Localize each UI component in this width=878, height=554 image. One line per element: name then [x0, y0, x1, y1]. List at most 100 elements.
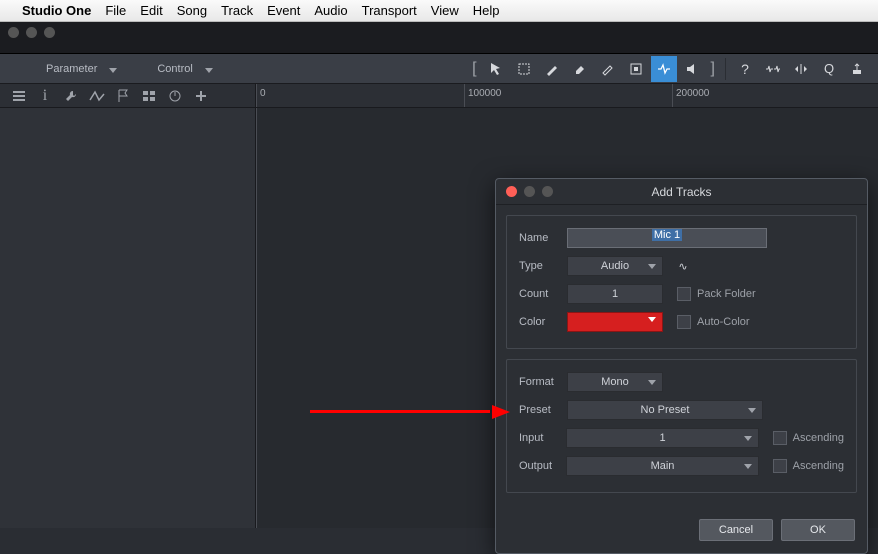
count-input[interactable]: 1 [567, 284, 663, 304]
menu-song[interactable]: Song [177, 3, 207, 18]
tilde-icon[interactable]: ∿ [673, 260, 693, 273]
format-dropdown[interactable]: Mono [567, 372, 663, 392]
input-label: Input [519, 432, 566, 444]
parameter-dropdown[interactable]: Parameter [0, 63, 117, 75]
bracket-left: [ [468, 60, 480, 78]
listen-tool[interactable] [679, 56, 705, 82]
mute-tool[interactable] [623, 56, 649, 82]
input-value: 1 [659, 432, 665, 444]
name-input[interactable]: Mic 1 [567, 228, 767, 248]
track-list-icon[interactable] [10, 87, 28, 105]
dialog-buttons: Cancel OK [496, 513, 867, 553]
color-picker[interactable] [567, 312, 663, 332]
info-icon[interactable]: i [36, 87, 54, 105]
menu-audio[interactable]: Audio [314, 3, 347, 18]
minimize-window-icon[interactable] [26, 27, 37, 38]
menu-transport[interactable]: Transport [362, 3, 417, 18]
menu-edit[interactable]: Edit [140, 3, 162, 18]
name-value: Mic 1 [652, 229, 682, 241]
toolbar-spacer [0, 42, 878, 54]
group-icon[interactable] [140, 87, 158, 105]
chevron-down-icon [748, 408, 756, 413]
chevron-down-icon [205, 68, 213, 73]
bracket-right: ] [707, 60, 719, 78]
output-ascending-label: Ascending [793, 460, 844, 472]
transient-icon[interactable] [760, 56, 786, 82]
track-list[interactable] [0, 108, 256, 528]
quantize-icon[interactable]: Q [816, 56, 842, 82]
pack-folder-checkbox[interactable] [677, 287, 691, 301]
add-track-icon[interactable] [192, 87, 210, 105]
ruler-row: i 0 100000 200000 [0, 84, 878, 108]
chevron-down-icon [744, 464, 752, 469]
tool-group: [ ] ? Q [468, 56, 878, 82]
name-label: Name [519, 232, 567, 244]
count-value: 1 [612, 288, 618, 300]
range-tool[interactable] [511, 56, 537, 82]
zoom-window-icon[interactable] [44, 27, 55, 38]
output-label: Output [519, 460, 566, 472]
add-tracks-dialog: Add Tracks Name Mic 1 Type Audio ∿ Count… [495, 178, 868, 554]
output-ascending-checkbox[interactable] [773, 459, 787, 473]
preset-value: No Preset [641, 404, 690, 416]
menu-help[interactable]: Help [473, 3, 500, 18]
format-label: Format [519, 376, 567, 388]
menu-track[interactable]: Track [221, 3, 253, 18]
output-value: Main [651, 460, 675, 472]
input-ascending-checkbox[interactable] [773, 431, 787, 445]
ok-button[interactable]: OK [781, 519, 855, 541]
input-ascending-label: Ascending [793, 432, 844, 444]
separator [725, 58, 726, 80]
preset-dropdown[interactable]: No Preset [567, 400, 763, 420]
output-dropdown[interactable]: Main [566, 456, 759, 476]
menu-view[interactable]: View [431, 3, 459, 18]
chevron-down-icon [648, 264, 656, 269]
mac-menubar[interactable]: Studio One File Edit Song Track Event Au… [0, 0, 878, 22]
routing-panel: Format Mono Preset No Preset Input 1 [506, 359, 857, 493]
erase-tool[interactable] [567, 56, 593, 82]
chevron-down-icon [648, 380, 656, 385]
type-dropdown[interactable]: Audio [567, 256, 663, 276]
strip-silence-icon[interactable] [788, 56, 814, 82]
control-dropdown[interactable]: Control [127, 63, 212, 75]
wrench-icon[interactable] [62, 87, 80, 105]
arrow-tool[interactable] [483, 56, 509, 82]
track-header-tools: i [0, 84, 256, 107]
type-value: Audio [601, 260, 629, 272]
close-window-icon[interactable] [8, 27, 19, 38]
chevron-down-icon [744, 436, 752, 441]
window-controls [0, 22, 878, 42]
auto-color-label: Auto-Color [697, 316, 750, 328]
dialog-title: Add Tracks [496, 185, 867, 199]
pack-folder-label: Pack Folder [697, 288, 756, 300]
ruler-tick: 200000 [676, 88, 709, 99]
ruler-tick: 0 [260, 88, 266, 99]
parameter-bar: Parameter Control [ ] ? Q [0, 54, 878, 84]
preset-label: Preset [519, 404, 567, 416]
timeline-ruler[interactable]: 0 100000 200000 [256, 84, 878, 107]
flag-icon[interactable] [114, 87, 132, 105]
help-icon[interactable]: ? [732, 56, 758, 82]
menu-file[interactable]: File [105, 3, 126, 18]
draw-tool[interactable] [539, 56, 565, 82]
track-properties-panel: Name Mic 1 Type Audio ∿ Count 1 Pack Fol… [506, 215, 857, 349]
macro-icon[interactable] [844, 56, 870, 82]
bend-tool[interactable] [651, 56, 677, 82]
auto-color-checkbox[interactable] [677, 315, 691, 329]
cancel-button[interactable]: Cancel [699, 519, 773, 541]
input-dropdown[interactable]: 1 [566, 428, 759, 448]
format-value: Mono [601, 376, 629, 388]
app-name[interactable]: Studio One [22, 3, 91, 18]
tempo-icon[interactable] [166, 87, 184, 105]
control-label: Control [157, 63, 192, 75]
menu-event[interactable]: Event [267, 3, 300, 18]
ruler-tick: 100000 [468, 88, 501, 99]
chevron-down-icon [109, 68, 117, 73]
chevron-down-icon [648, 317, 656, 322]
parameter-label: Parameter [46, 63, 97, 75]
paint-tool[interactable] [595, 56, 621, 82]
dialog-titlebar[interactable]: Add Tracks [496, 179, 867, 205]
type-label: Type [519, 260, 567, 272]
count-label: Count [519, 288, 567, 300]
automation-icon[interactable] [88, 87, 106, 105]
